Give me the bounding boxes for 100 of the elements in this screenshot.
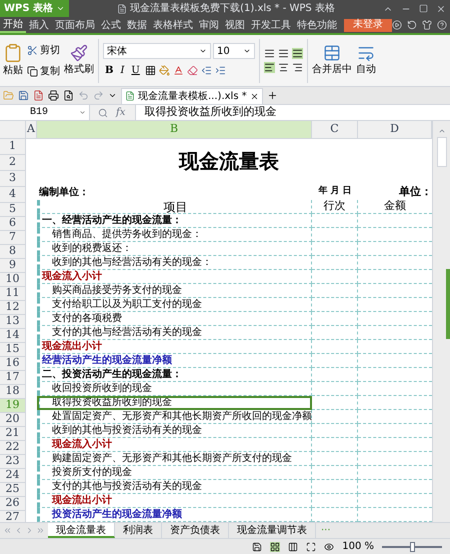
table-cell[interactable]: 项目 bbox=[37, 200, 312, 214]
document-tab[interactable]: 现金流量表模板...).xls * bbox=[121, 88, 263, 104]
table-cell[interactable]: 现金流入小计 bbox=[37, 438, 312, 452]
table-cell[interactable]: 二、投资活动产生的现金流量： bbox=[37, 368, 312, 382]
table-cell bbox=[312, 452, 358, 466]
menu-tab[interactable]: 特色功能 bbox=[294, 17, 340, 33]
print-preview-icon[interactable] bbox=[63, 90, 74, 101]
menu-tab[interactable]: 插入 bbox=[26, 17, 52, 33]
menu-tab[interactable]: 表格样式 bbox=[150, 17, 196, 33]
table-cell[interactable]: 编制单位： bbox=[37, 184, 312, 200]
merge-icon[interactable] bbox=[323, 44, 341, 62]
column-header[interactable]: C bbox=[312, 121, 358, 138]
side-panel-handle[interactable] bbox=[446, 269, 450, 339]
save-icon[interactable] bbox=[18, 90, 29, 101]
normal-view-icon[interactable] bbox=[270, 542, 280, 552]
align-bottom-icon[interactable] bbox=[292, 48, 303, 59]
table-cell bbox=[312, 494, 358, 508]
indent-increase-icon[interactable] bbox=[214, 65, 226, 76]
save-status-icon[interactable] bbox=[252, 542, 262, 552]
paste-button[interactable]: 粘贴 bbox=[3, 63, 23, 78]
copy-button[interactable]: 复制 bbox=[27, 64, 60, 78]
bold-button[interactable]: B bbox=[103, 63, 116, 78]
menu-tab[interactable]: 数据 bbox=[124, 17, 150, 33]
table-cell[interactable]: 处置固定资产、无形资产和其他长期资产所收回的现金净额 bbox=[37, 410, 312, 424]
shirt-icon[interactable] bbox=[422, 20, 432, 30]
close-icon[interactable] bbox=[436, 4, 446, 14]
table-cell[interactable]: 现金流出小计 bbox=[37, 494, 312, 508]
format-painter-button[interactable]: 格式刷 bbox=[64, 62, 94, 77]
refresh-icon[interactable] bbox=[407, 20, 417, 30]
table-cell[interactable]: 收到的其他与投资活动有关的现金 bbox=[37, 424, 312, 438]
scroll-thumb[interactable] bbox=[436, 137, 446, 167]
pdf-export-icon[interactable] bbox=[33, 90, 44, 101]
brush-icon[interactable] bbox=[70, 44, 88, 62]
align-left-icon[interactable] bbox=[264, 62, 275, 73]
caret-icon[interactable] bbox=[243, 47, 251, 55]
table-cell[interactable]: 经营活动产生的现金流量净额 bbox=[37, 354, 312, 368]
align-right-icon[interactable] bbox=[292, 62, 303, 73]
page-break-view-icon[interactable] bbox=[288, 542, 298, 552]
cut-button[interactable]: 剪切 bbox=[27, 42, 60, 58]
function-label[interactable]: fx bbox=[116, 105, 126, 120]
new-tab-icon[interactable] bbox=[266, 90, 278, 101]
table-cell bbox=[312, 424, 358, 438]
table-cell bbox=[312, 466, 358, 480]
scissors-icon[interactable] bbox=[27, 44, 38, 56]
table-cell[interactable]: 现金流入小计 bbox=[37, 270, 312, 284]
align-top-icon[interactable] bbox=[264, 48, 275, 59]
cell-reference-field[interactable]: B19 bbox=[0, 105, 90, 120]
table-cell[interactable]: 销售商品、提供劳务收到的现金： bbox=[37, 228, 312, 242]
table-cell[interactable]: 购建固定资产、无形资产和其他长期资产所支付的现金 bbox=[37, 452, 312, 466]
table-cell[interactable]: 购买商品接受劳务支付的现金 bbox=[37, 284, 312, 298]
font-color-icon[interactable] bbox=[172, 65, 184, 76]
indent-decrease-icon[interactable] bbox=[200, 65, 212, 76]
eraser-icon[interactable] bbox=[186, 65, 198, 76]
merge-center-button[interactable]: 合并居中 bbox=[312, 62, 352, 77]
help-icon[interactable] bbox=[437, 20, 447, 30]
table-cell bbox=[312, 214, 358, 228]
zoom-icon[interactable] bbox=[98, 108, 108, 118]
menu-tab[interactable]: 页面布局 bbox=[52, 17, 98, 33]
menu-tab[interactable]: 审阅 bbox=[196, 17, 222, 33]
table-cell[interactable]: 支付的各项税费 bbox=[37, 312, 312, 326]
table-cell[interactable]: 一、经营活动产生的现金流量： bbox=[37, 214, 312, 228]
sheet-tab[interactable]: 现金流量表 bbox=[48, 523, 115, 538]
copy-icon[interactable] bbox=[27, 66, 38, 76]
formula-field[interactable]: 取得投资收益所收到的现金 bbox=[135, 105, 450, 120]
table-cell[interactable]: 支付给职工以及为职工支付的现金 bbox=[37, 298, 312, 312]
wrap-text-button[interactable]: 自动 bbox=[356, 62, 376, 77]
table-cell[interactable]: 收到的税费返还： bbox=[37, 242, 312, 256]
eye-icon[interactable] bbox=[324, 542, 334, 552]
underline-button[interactable]: U bbox=[129, 63, 142, 78]
app-menu-button[interactable]: WPS 表格 bbox=[0, 0, 70, 17]
caret-icon[interactable] bbox=[199, 47, 207, 55]
italic-button[interactable]: I bbox=[118, 63, 126, 78]
menu-tab[interactable]: 视图 bbox=[222, 17, 248, 33]
fullscreen-icon[interactable] bbox=[306, 542, 316, 552]
table-cell[interactable]: 现金流出小计 bbox=[37, 340, 312, 354]
font-size-dropdown[interactable]: 10 bbox=[213, 43, 255, 59]
caret-icon[interactable] bbox=[79, 109, 86, 116]
menu-tab[interactable]: 开始 bbox=[0, 17, 26, 33]
menu-tab[interactable]: 开发工具 bbox=[248, 17, 294, 33]
table-cell[interactable]: 支付的其他与投资活动有关的现金 bbox=[37, 480, 312, 494]
align-center-icon[interactable] bbox=[278, 62, 289, 73]
maximize-icon[interactable] bbox=[419, 4, 428, 13]
print-icon[interactable] bbox=[48, 90, 59, 101]
table-cell[interactable]: 收到的其他与经营活动有关的现金： bbox=[37, 256, 312, 270]
menu-tab[interactable]: 公式 bbox=[98, 17, 124, 33]
table-cell[interactable]: 投资所支付的现金 bbox=[37, 466, 312, 480]
fill-color-icon[interactable] bbox=[158, 65, 170, 76]
zoom-slider-thumb[interactable] bbox=[410, 542, 415, 552]
dropdown-icon[interactable] bbox=[108, 91, 117, 100]
scroll-up-icon[interactable] bbox=[438, 127, 446, 135]
align-middle-icon[interactable] bbox=[278, 48, 289, 59]
borders-icon[interactable] bbox=[144, 65, 156, 76]
table-cell bbox=[312, 382, 358, 396]
close-icon[interactable] bbox=[250, 92, 259, 100]
spreadsheet-file-icon bbox=[125, 91, 135, 101]
font-dropdown[interactable]: 宋体 bbox=[103, 43, 211, 59]
table-cell[interactable]: 支付的其他与经营活动有关的现金 bbox=[37, 326, 312, 340]
vertical-scrollbar[interactable] bbox=[432, 121, 450, 522]
table-cell[interactable]: 收回投资所收到的现金 bbox=[37, 382, 312, 396]
wrap-icon[interactable] bbox=[357, 44, 375, 62]
